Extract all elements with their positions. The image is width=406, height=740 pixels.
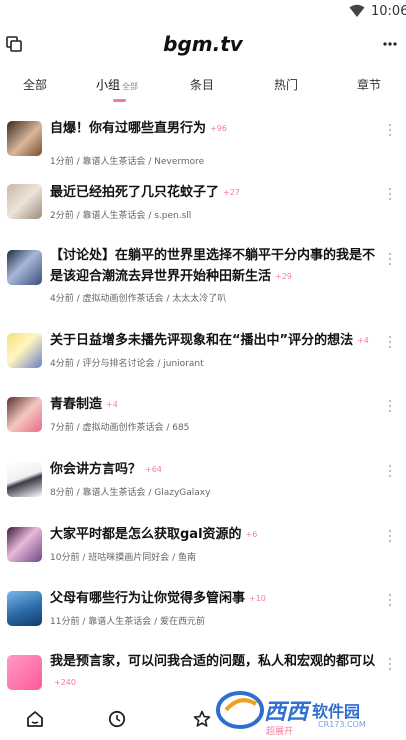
- avatar: [7, 121, 42, 156]
- reply-count: +240: [54, 678, 76, 687]
- topic-title-text: 最近已经拍死了几只花蚊子了: [50, 185, 220, 200]
- star-icon[interactable]: [193, 710, 211, 728]
- topic-meta: 2分前 / 靠谱人生茶话会 / s.pen.sll: [50, 211, 192, 221]
- topic-title-text: 关于日益增多未播先评现象和在“播出中”评分的想法: [50, 333, 354, 348]
- tab-label: 热门: [274, 78, 299, 92]
- topic-title-text: 青春制造: [50, 397, 103, 412]
- app-bar: bgm.tv: [0, 24, 406, 64]
- more-vert-icon[interactable]: [388, 335, 392, 349]
- more-icon[interactable]: [382, 36, 398, 52]
- tab-all[interactable]: 全部: [23, 76, 47, 93]
- tab-label: 章节: [357, 78, 382, 92]
- watermark-brand: 西西: [264, 700, 309, 725]
- topic-title-text: 你会讲方言吗？: [50, 462, 142, 477]
- reply-count: +29: [275, 272, 292, 281]
- avatar: [7, 397, 42, 432]
- watermark-url: CR173.COM: [318, 720, 366, 729]
- more-vert-icon[interactable]: [388, 529, 392, 543]
- avatar: [7, 655, 42, 690]
- wifi-icon: [349, 4, 365, 17]
- topic-title: 你会讲方言吗？ +64: [50, 459, 376, 480]
- status-time: 10:06: [371, 4, 406, 19]
- topic-title-text: 大家平时都是怎么获取gal资源的: [50, 527, 242, 542]
- topic-title-text: 父母有哪些行为让你觉得多管闲事: [50, 591, 246, 606]
- avatar: [7, 462, 42, 497]
- topic-item[interactable]: 青春制造 +4 7分前 / 虚拟动画创作茶话会 / 685: [0, 392, 406, 462]
- tab-label: 条目: [190, 78, 215, 92]
- topic-meta: 11分前 / 靠谱人生茶话会 / 爱在西元前: [50, 617, 205, 627]
- topic-title: 大家平时都是怎么获取gal资源的 +6: [50, 524, 376, 545]
- reply-count: +10: [249, 594, 266, 603]
- topic-title: 我是预言家，可以问我合适的问题，私人和宏观的都可以 +240: [50, 651, 376, 693]
- tab-indicator: [113, 99, 126, 102]
- topic-item[interactable]: 自爆！你有过哪些直男行为 +96 1分前 / 靠谱人生茶话会 / Nevermor…: [0, 116, 406, 186]
- tab-bar: 全部 小组 全部 条目 热门 章节: [0, 68, 406, 104]
- topic-title-text: 【讨论处】在躺平的世界里选择不躺平干分内事的我是不是该迎合潮流去异世界开始种田新…: [50, 248, 376, 284]
- tab-hot[interactable]: 热门: [274, 76, 298, 93]
- topic-meta: 10分前 / 班咕咪摸画片同好会 / 鱼南: [50, 553, 196, 563]
- more-vert-icon[interactable]: [388, 464, 392, 478]
- avatar: [7, 527, 42, 562]
- topic-item[interactable]: 父母有哪些行为让你觉得多管闲事 +10 11分前 / 靠谱人生茶话会 / 爱在西元…: [0, 586, 406, 656]
- topic-meta: 4分前 / 虚拟动画创作茶话会 / 太太太冷了叭: [50, 294, 227, 304]
- more-vert-icon[interactable]: [388, 123, 392, 137]
- avatar: [7, 184, 42, 219]
- topic-title: 父母有哪些行为让你觉得多管闲事 +10: [50, 588, 376, 609]
- avatar: [7, 250, 42, 285]
- topic-item[interactable]: 大家平时都是怎么获取gal资源的 +6 10分前 / 班咕咪摸画片同好会 / 鱼南: [0, 522, 406, 592]
- more-vert-icon[interactable]: [388, 399, 392, 413]
- topic-title: 青春制造 +4: [50, 394, 376, 415]
- topic-title: 关于日益增多未播先评现象和在“播出中”评分的想法 +4: [50, 330, 376, 351]
- topic-item[interactable]: 你会讲方言吗？ +64 8分前 / 靠谱人生茶话会 / GlazyGalaxy: [0, 457, 406, 527]
- tab-label: 全部: [23, 78, 48, 92]
- more-vert-icon[interactable]: [388, 593, 392, 607]
- topic-item[interactable]: 【讨论处】在躺平的世界里选择不躺平干分内事的我是不是该迎合潮流去异世界开始种田新…: [0, 245, 406, 325]
- avatar: [7, 591, 42, 626]
- topic-meta: 8分前 / 靠谱人生茶话会 / GlazyGalaxy: [50, 488, 211, 498]
- topic-item[interactable]: 最近已经拍死了几只花蚊子了 +27 2分前 / 靠谱人生茶话会 / s.pen.s…: [0, 180, 406, 250]
- topic-meta: 4分前 / 评分与排名讨论会 / juniorant: [50, 359, 204, 369]
- reply-count: +6: [245, 530, 258, 539]
- app-title: bgm.tv: [163, 32, 243, 56]
- status-bar: 10:06: [0, 0, 406, 24]
- more-vert-icon[interactable]: [388, 657, 392, 671]
- tab-label: 小组: [96, 78, 121, 92]
- watermark-brand2: 软件园: [312, 702, 361, 721]
- reply-count: +27: [223, 188, 240, 197]
- tab-groups[interactable]: 小组 全部: [96, 76, 138, 93]
- topic-meta: 7分前 / 虚拟动画创作茶话会 / 685: [50, 423, 190, 433]
- tab-episodes[interactable]: 章节: [357, 76, 381, 93]
- topic-title-text: 自爆！你有过哪些直男行为: [50, 121, 207, 136]
- timeline-icon[interactable]: [108, 710, 126, 728]
- watermark-logo-icon: [216, 691, 264, 729]
- tab-subjects[interactable]: 条目: [190, 76, 214, 93]
- reply-count: +4: [106, 400, 118, 409]
- topic-title: 最近已经拍死了几只花蚊子了 +27: [50, 182, 376, 203]
- topic-title: 【讨论处】在躺平的世界里选择不躺平干分内事的我是不是该迎合潮流去异世界开始种田新…: [50, 245, 376, 287]
- avatar: [7, 333, 42, 368]
- watermark: 西西 软件园 CR173.COM: [210, 688, 400, 734]
- home-icon[interactable]: [26, 710, 44, 728]
- reply-count: +4: [357, 336, 369, 345]
- more-vert-icon[interactable]: [388, 187, 392, 201]
- tab-sub-label: 全部: [122, 82, 139, 91]
- reply-count: +64: [145, 465, 162, 474]
- topic-title-text: 我是预言家，可以问我合适的问题，私人和宏观的都可以: [50, 654, 376, 669]
- topic-meta: 1分前 / 靠谱人生茶话会 / Nevermore: [50, 157, 205, 167]
- more-vert-icon[interactable]: [388, 252, 392, 266]
- topic-item[interactable]: 关于日益增多未播先评现象和在“播出中”评分的想法 +4 4分前 / 评分与排名讨论…: [0, 328, 406, 398]
- reply-count: +96: [210, 124, 227, 133]
- topic-title: 自爆！你有过哪些直男行为 +96: [50, 118, 376, 139]
